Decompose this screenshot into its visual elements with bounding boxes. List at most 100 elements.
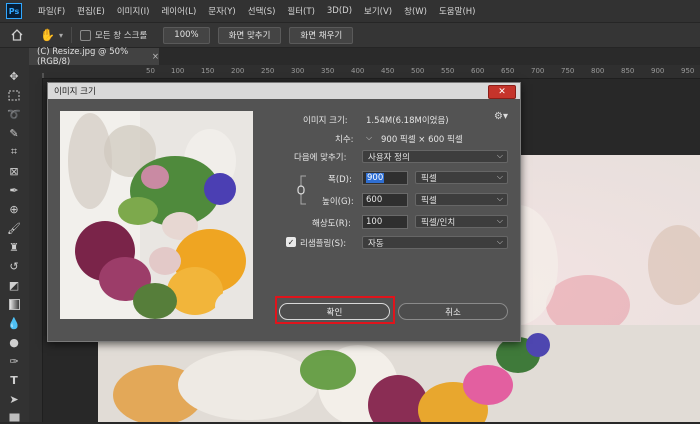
chevron-down-icon: ⌵ [496, 216, 503, 225]
resolution-unit-dropdown[interactable]: 픽셀/인치 ⌵ [415, 215, 508, 228]
fit-to-value: 사용자 정의 [368, 152, 410, 163]
path-selection-tool-icon[interactable]: ➤ [7, 392, 21, 406]
dimensions-chevron-icon[interactable]: ⌵ [366, 133, 372, 143]
chevron-down-icon: ⌵ [496, 172, 503, 181]
clone-stamp-tool-icon[interactable]: ♜ [7, 240, 21, 254]
image-size-label: 이미지 크기: [303, 116, 348, 126]
dialog-title: 이미지 크기 [54, 87, 96, 97]
width-value: 900 [366, 173, 385, 183]
dialog-close-button[interactable]: ✕ [488, 85, 516, 99]
menu-bar: Ps 파일(F) 편집(E) 이미지(I) 레이어(L) 문자(Y) 선택(S)… [0, 0, 700, 23]
image-preview[interactable] [60, 111, 253, 319]
scroll-all-windows-label: 모든 창 스크롤 [94, 31, 148, 41]
menu-help[interactable]: 도움말(H) [433, 5, 481, 17]
resample-dropdown[interactable]: 자동 ⌵ [362, 236, 508, 249]
close-tab-icon[interactable]: × [152, 52, 159, 62]
width-input[interactable]: 900 [362, 171, 408, 185]
ruler-label: 900 [651, 67, 665, 75]
ruler-label: 100 [171, 67, 185, 75]
chevron-down-icon: ⌵ [496, 194, 503, 203]
resolution-input[interactable]: 100 [362, 215, 408, 229]
hand-tool-icon[interactable]: ✋ [40, 28, 55, 42]
dialog-title-bar[interactable]: 이미지 크기 ✕ [48, 83, 520, 99]
ruler-label: 700 [531, 67, 545, 75]
home-icon[interactable] [10, 28, 24, 42]
gear-icon[interactable]: ⚙▾ [494, 111, 508, 122]
ruler-label: 150 [201, 67, 215, 75]
height-value: 600 [366, 195, 383, 205]
blur-tool-icon[interactable]: 💧 [7, 316, 21, 330]
pen-tool-icon[interactable]: ✑ [7, 354, 21, 368]
fill-screen-button[interactable]: 화면 채우기 [289, 26, 354, 44]
menu-layer[interactable]: 레이어(L) [155, 5, 202, 17]
move-tool-icon[interactable]: ✥ [7, 69, 21, 83]
options-bar: ✋ ▾ 모든 창 스크롤 100% 화면 맞추기 화면 채우기 [0, 23, 700, 48]
chevron-down-icon: ⌵ [496, 237, 503, 246]
dimensions-value: 900 픽셀 × 600 픽셀 [381, 135, 463, 145]
cancel-button[interactable]: 취소 [398, 303, 508, 320]
ok-highlight-box [275, 296, 395, 324]
ruler-label: 850 [621, 67, 635, 75]
eyedropper-tool-icon[interactable]: ✒ [7, 183, 21, 197]
photoshop-logo-icon: Ps [6, 3, 22, 19]
ruler-label: 250 [261, 67, 275, 75]
fit-screen-button[interactable]: 화면 맞추기 [217, 26, 282, 44]
type-tool-icon[interactable]: T [7, 373, 21, 387]
resample-value: 자동 [368, 238, 384, 249]
constrain-proportions-link-icon[interactable] [296, 173, 308, 207]
height-unit-dropdown[interactable]: 픽셀 ⌵ [415, 193, 508, 206]
tools-panel: ✥ ➰ ✎ ⌗ ⊠ ✒ ⊕ 🖌 ♜ ↺ ◩ 💧 ● ✑ T ➤ [0, 48, 30, 422]
menu-window[interactable]: 창(W) [398, 5, 433, 17]
menu-filter[interactable]: 필터(T) [281, 5, 320, 17]
resample-checkbox[interactable]: ✓ [286, 237, 296, 247]
brush-tool-icon[interactable]: 🖌 [7, 221, 21, 235]
ruler-label: 50 [146, 67, 155, 75]
lasso-tool-icon[interactable]: ➰ [7, 107, 21, 121]
frame-tool-icon[interactable]: ⊠ [7, 164, 21, 178]
scroll-all-windows-checkbox[interactable] [79, 29, 91, 41]
height-unit: 픽셀 [421, 195, 437, 206]
ruler-label: 650 [501, 67, 515, 75]
ruler-label: 600 [471, 67, 485, 75]
width-unit-dropdown[interactable]: 픽셀 ⌵ [415, 171, 508, 184]
resolution-label: 해상도(R): [312, 219, 351, 229]
menu-file[interactable]: 파일(F) [32, 5, 71, 17]
zoom-100-button[interactable]: 100% [163, 26, 210, 44]
marquee-tool-icon[interactable] [7, 88, 21, 102]
fit-to-dropdown[interactable]: 사용자 정의 ⌵ [362, 150, 508, 163]
chevron-down-icon: ⌵ [496, 151, 503, 160]
document-tab-title: (C) Resize.jpg @ 50% (RGB/8) [37, 46, 129, 67]
chevron-down-icon[interactable]: ▾ [59, 31, 63, 40]
ruler-label: 400 [351, 67, 365, 75]
menu-view[interactable]: 보기(V) [358, 5, 398, 17]
height-label: 높이(G): [322, 197, 354, 207]
ruler-label: 800 [591, 67, 605, 75]
menu-select[interactable]: 선택(S) [242, 5, 282, 17]
history-brush-tool-icon[interactable]: ↺ [7, 259, 21, 273]
eraser-tool-icon[interactable]: ◩ [7, 278, 21, 292]
ruler-label: 950 [681, 67, 695, 75]
ruler-label: 200 [231, 67, 245, 75]
ruler-label: 550 [441, 67, 455, 75]
vertical-ruler [29, 78, 43, 422]
menu-edit[interactable]: 편집(E) [71, 5, 111, 17]
healing-brush-tool-icon[interactable]: ⊕ [7, 202, 21, 216]
menu-3d[interactable]: 3D(D) [321, 6, 358, 16]
divider [70, 27, 72, 43]
resolution-value: 100 [366, 217, 383, 227]
quick-select-tool-icon[interactable]: ✎ [7, 126, 21, 140]
menu-image[interactable]: 이미지(I) [111, 5, 156, 17]
gradient-tool-icon[interactable] [7, 297, 21, 311]
width-unit: 픽셀 [421, 173, 437, 184]
horizontal-ruler: 50 100 150 200 250 300 350 400 450 500 5… [29, 65, 700, 79]
height-input[interactable]: 600 [362, 193, 408, 207]
ruler-label: 450 [381, 67, 395, 75]
image-size-value: 1.54M(6.18M이었음) [366, 116, 449, 126]
menu-type[interactable]: 문자(Y) [202, 5, 241, 17]
ruler-label: 300 [291, 67, 305, 75]
ruler-label: 350 [321, 67, 335, 75]
ruler-label: 750 [561, 67, 575, 75]
dodge-tool-icon[interactable]: ● [7, 335, 21, 349]
document-tab[interactable]: (C) Resize.jpg @ 50% (RGB/8) × [29, 46, 159, 67]
crop-tool-icon[interactable]: ⌗ [7, 145, 21, 159]
